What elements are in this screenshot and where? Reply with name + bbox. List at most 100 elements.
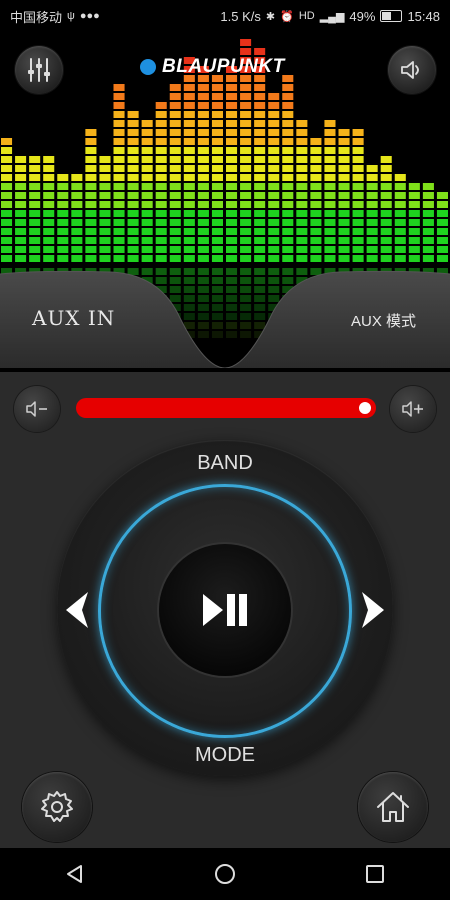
volume-up-button[interactable] [390, 386, 436, 432]
spectrum-segment [183, 156, 195, 163]
spectrum-segment [296, 156, 308, 163]
spectrum-segment [422, 201, 434, 208]
band-button[interactable]: BAND [165, 452, 285, 475]
spectrum-segment [29, 183, 41, 190]
spectrum-segment [240, 156, 252, 163]
spectrum-segment [240, 255, 252, 262]
spectrum-segment [113, 246, 125, 253]
spectrum-segment [338, 147, 350, 154]
spectrum-segment [15, 192, 27, 199]
spectrum-segment [394, 201, 406, 208]
spectrum-segment [197, 156, 209, 163]
settings-button[interactable] [22, 772, 92, 842]
spectrum-segment [408, 255, 420, 262]
spectrum-segment [183, 246, 195, 253]
sound-button[interactable] [388, 46, 436, 94]
volume-up-icon [402, 401, 423, 417]
spectrum-segment [113, 210, 125, 217]
spectrum-segment [296, 138, 308, 145]
spectrum-segment [169, 156, 181, 163]
home-button[interactable] [358, 772, 428, 842]
spectrum-segment [380, 246, 392, 253]
spectrum-segment [113, 174, 125, 181]
spectrum-segment [324, 120, 336, 127]
spectrum-segment [352, 165, 364, 172]
spectrum-segment [268, 93, 280, 100]
spectrum-segment [324, 156, 336, 163]
square-recents-icon[interactable] [363, 862, 387, 886]
next-button[interactable] [358, 590, 388, 630]
spectrum-segment [380, 201, 392, 208]
volume-down-button[interactable] [14, 386, 60, 432]
spectrum-segment [155, 102, 167, 109]
spectrum-segment [113, 228, 125, 235]
spectrum-segment [43, 228, 55, 235]
spectrum-segment [436, 192, 448, 199]
spectrum-segment [268, 237, 280, 244]
spectrum-segment [240, 84, 252, 91]
spectrum-segment [422, 219, 434, 226]
spectrum-segment [226, 84, 238, 91]
spectrum-segment [113, 102, 125, 109]
spectrum-segment [99, 174, 111, 181]
circle-home-icon[interactable] [213, 862, 237, 886]
spectrum-segment [394, 228, 406, 235]
spectrum-segment [43, 219, 55, 226]
previous-button[interactable] [62, 590, 92, 630]
back-triangle-icon[interactable] [63, 862, 87, 886]
spectrum-segment [169, 129, 181, 136]
spectrum-segment [338, 183, 350, 190]
spectrum-segment [352, 138, 364, 145]
spectrum-segment [366, 237, 378, 244]
spectrum-segment [240, 246, 252, 253]
spectrum-segment [324, 219, 336, 226]
spectrum-segment [338, 192, 350, 199]
play-pause-button[interactable] [159, 544, 291, 676]
spectrum-segment [57, 255, 69, 262]
spectrum-segment [99, 255, 111, 262]
spectrum-segment [352, 219, 364, 226]
spectrum-segment [71, 219, 83, 226]
spectrum-segment [282, 237, 294, 244]
spectrum-segment [310, 210, 322, 217]
spectrum-segment [85, 255, 97, 262]
spectrum-segment [43, 210, 55, 217]
spectrum-segment [71, 201, 83, 208]
spectrum-segment [169, 138, 181, 145]
spectrum-segment [1, 255, 13, 262]
volume-slider-thumb[interactable] [356, 399, 374, 417]
spectrum-segment [211, 111, 223, 118]
spectrum-segment [310, 201, 322, 208]
spectrum-segment [268, 102, 280, 109]
spectrum-segment [282, 129, 294, 136]
spectrum-segment [71, 183, 83, 190]
spectrum-segment [211, 120, 223, 127]
spectrum-segment [268, 255, 280, 262]
spectrum-segment [380, 192, 392, 199]
spectrum-segment [169, 201, 181, 208]
spectrum-segment [226, 165, 238, 172]
spectrum-segment [211, 210, 223, 217]
spectrum-segment [155, 129, 167, 136]
speaker-icon [401, 61, 419, 79]
mode-button[interactable]: MODE [165, 744, 285, 767]
spectrum-segment [408, 183, 420, 190]
spectrum-segment [113, 120, 125, 127]
spectrum-segment [141, 237, 153, 244]
spectrum-segment [113, 93, 125, 100]
play-pause-icon [203, 594, 247, 626]
spectrum-segment [254, 210, 266, 217]
spectrum-segment [240, 165, 252, 172]
spectrum-segment [169, 255, 181, 262]
equalizer-button[interactable] [15, 46, 63, 94]
spectrum-segment [43, 165, 55, 172]
spectrum-segment [240, 147, 252, 154]
spectrum-segment [57, 228, 69, 235]
spectrum-segment [226, 111, 238, 118]
spectrum-segment [113, 201, 125, 208]
spectrum-segment [113, 237, 125, 244]
spectrum-segment [197, 237, 209, 244]
volume-slider[interactable] [76, 398, 376, 418]
spectrum-segment [113, 219, 125, 226]
spectrum-segment [240, 192, 252, 199]
